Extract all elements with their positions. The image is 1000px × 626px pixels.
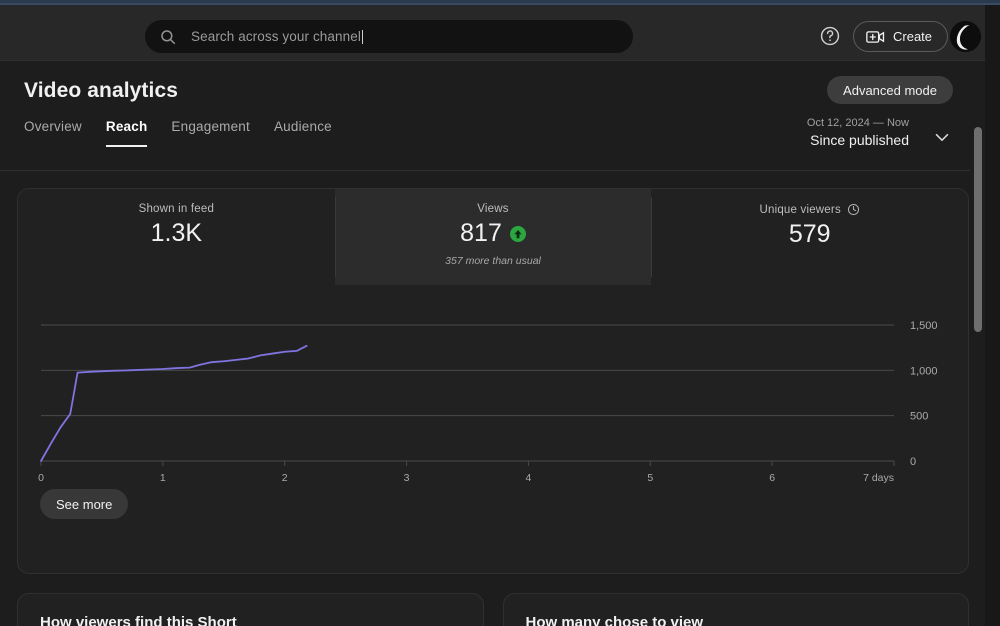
line-chart-svg: 0 500 1,000 1,500 0 1 2 3 4 5 6 7 days (38, 320, 938, 484)
metric-tiles: Shown in feed 1.3K Views 817 357 more th… (18, 189, 968, 285)
tabs-divider (0, 170, 985, 171)
metric-label: Unique viewers (759, 203, 859, 216)
x-axis-tick-label: 5 (647, 472, 653, 484)
trend-up-icon (509, 225, 526, 242)
y-axis-tick-label: 1,500 (910, 320, 938, 332)
tab-audience[interactable]: Audience (262, 119, 344, 147)
metric-value: 1.3K (151, 219, 202, 248)
date-range-dates: Oct 12, 2024 — Now (806, 117, 909, 129)
metric-label: Views (477, 203, 508, 215)
x-axis-tick-label: 3 (404, 472, 410, 484)
metric-tile-shown-in-feed[interactable]: Shown in feed 1.3K (18, 189, 335, 285)
vertical-scrollbar-thumb[interactable] (974, 127, 982, 332)
metric-value-text: 1.3K (150, 219, 203, 247)
date-range-text: Oct 12, 2024 — Now Since published (807, 116, 909, 150)
x-axis-tick-label: 2 (282, 472, 288, 484)
views-line-chart[interactable]: 0 500 1,000 1,500 0 1 2 3 4 5 6 7 days See more (18, 285, 968, 535)
metric-value: 579 (789, 220, 831, 249)
metric-label: Shown in feed (139, 203, 215, 215)
metric-note: 357 more than usual (445, 255, 541, 267)
text-caret (361, 29, 363, 44)
clock-icon (847, 203, 860, 216)
card-how-viewers-find-this-short[interactable]: How viewers find this Short Views · Sinc… (17, 593, 484, 626)
channel-avatar-icon (950, 21, 981, 52)
help-button[interactable] (819, 25, 841, 47)
chevron-down-icon (931, 126, 953, 148)
create-button-label: Create (893, 29, 933, 44)
metric-label-text: Shown in feed (138, 203, 215, 215)
avatar[interactable] (950, 21, 981, 52)
tab-engagement[interactable]: Engagement (159, 119, 262, 147)
create-button[interactable]: Create (853, 21, 949, 52)
tab-overview[interactable]: Overview (24, 119, 94, 147)
video-plus-icon (866, 30, 885, 44)
y-axis-tick-label: 500 (910, 411, 928, 423)
metric-value-text: 817 (460, 219, 502, 247)
page-title: Video analytics (24, 79, 179, 102)
date-range-preset: Since published (810, 132, 909, 148)
metric-value: 817 (460, 219, 526, 248)
search-input[interactable]: Search across your channel (145, 20, 633, 53)
y-axis-tick-label: 1,000 (910, 365, 938, 377)
x-axis-tick-label: 0 (38, 472, 44, 484)
y-axis-tick-label: 0 (910, 456, 916, 468)
metric-label-text: Views (477, 203, 509, 215)
advanced-mode-button[interactable]: Advanced mode (827, 76, 953, 104)
metric-label-text: Unique viewers (759, 203, 841, 216)
page-content: Video analytics Advanced mode Overview R… (0, 61, 985, 626)
x-axis-tick-label: 4 (526, 472, 532, 484)
see-more-button[interactable]: See more (40, 489, 129, 519)
metric-tile-unique-viewers[interactable]: Unique viewers 579 (651, 189, 968, 285)
reach-card: Shown in feed 1.3K Views 817 357 more th… (17, 188, 969, 574)
card-title: How viewers find this Short (40, 614, 237, 626)
card-title: How many chose to view (525, 614, 704, 626)
tab-reach[interactable]: Reach (94, 119, 160, 147)
metric-tile-views[interactable]: Views 817 357 more than usual (334, 189, 652, 285)
analytics-tabs: Overview Reach Engagement Audience (24, 119, 344, 147)
bottom-cards: How viewers find this Short Views · Sinc… (17, 593, 969, 626)
metric-value-text: 579 (788, 220, 831, 248)
date-range-selector[interactable]: Oct 12, 2024 — Now Since published (807, 116, 953, 150)
masthead: Search across your channel Create (0, 5, 985, 61)
x-axis-tick-label: 7 days (863, 472, 894, 484)
youtube-studio-analytics-page: Search across your channel Create Video … (0, 0, 1000, 626)
x-axis-tick-label: 1 (160, 472, 166, 484)
search-icon (159, 28, 177, 46)
line-series-views (40, 344, 308, 462)
card-how-many-chose-to-view[interactable]: How many chose to view Since published (502, 593, 969, 626)
x-axis-tick-label: 6 (769, 472, 775, 484)
search-input-value: Search across your channel (191, 29, 361, 44)
